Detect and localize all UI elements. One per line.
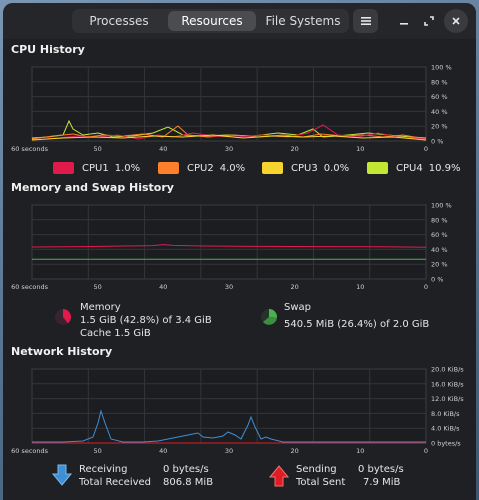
receiving-label: Receiving	[79, 464, 128, 475]
minimize-icon	[400, 23, 408, 25]
view-switcher: Processes Resources File Systems	[72, 9, 349, 33]
memory-x-tick-label: 0	[424, 283, 428, 291]
memory-y-tick-label: 20 %	[431, 261, 448, 269]
maximize-icon	[424, 16, 434, 26]
swap-pie-icon[interactable]	[260, 308, 278, 326]
cpu4-legend[interactable]: CPU4 10.9%	[367, 162, 460, 174]
network-x-tick-label: 40	[159, 447, 167, 455]
cpu-x-tick-label: 20	[291, 145, 299, 153]
cpu-x-tick-label: 60 seconds	[11, 145, 49, 153]
tab-resources[interactable]: Resources	[168, 11, 256, 31]
memory-x-tick-label: 20	[291, 283, 299, 291]
header-bar: Processes Resources File Systems	[3, 3, 476, 39]
receiving-rate: 0 bytes/s	[163, 464, 209, 475]
network-x-tick-label: 10	[356, 447, 364, 455]
total-received-label: Total Received	[79, 477, 152, 488]
network-x-tick-label: 20	[291, 447, 299, 455]
cpu-y-tick-label: 20 %	[431, 123, 448, 131]
cpu3-value: 0.0%	[323, 162, 350, 174]
memory-cache: Cache 1.5 GiB	[80, 328, 151, 339]
main-menu-button[interactable]	[353, 9, 378, 33]
cpu-x-tick-label: 50	[94, 145, 102, 153]
cpu-y-tick-label: 80 %	[431, 78, 448, 86]
network-y-tick-label: 20.0 KiB/s	[431, 366, 464, 374]
memory-y-tick-label: 80 %	[431, 216, 448, 224]
cpu3-label: CPU3	[291, 162, 318, 174]
swap-label: Swap	[284, 302, 312, 313]
cpu3-color-swatch[interactable]	[262, 162, 283, 174]
cpu-x-tick-label: 10	[356, 145, 364, 153]
cpu1-value: 1.0%	[114, 162, 141, 174]
network-y-tick-label: 0 bytes/s	[431, 440, 461, 448]
network-y-tick-label: 4.0 KiB/s	[431, 425, 460, 433]
memory-x-tick-label: 50	[94, 283, 102, 291]
memory-y-tick-label: 100 %	[431, 202, 452, 210]
hamburger-icon	[360, 17, 371, 25]
network-y-tick-label: 12.0 KiB/s	[431, 395, 464, 403]
total-sent-label: Total Sent	[296, 477, 346, 488]
tab-processes[interactable]: Processes	[76, 11, 162, 31]
memory-x-tick-label: 10	[356, 283, 364, 291]
network-x-tick-label: 0	[424, 447, 428, 455]
cpu1-color-swatch[interactable]	[53, 162, 74, 174]
cpu2-legend[interactable]: CPU2 4.0%	[158, 162, 245, 174]
network-x-tick-label: 60 seconds	[11, 447, 49, 455]
download-arrow-icon[interactable]	[52, 464, 72, 486]
memory-usage: 1.5 GiB (42.8%) of 3.4 GiB	[80, 315, 212, 326]
memory-x-tick-label: 40	[159, 283, 167, 291]
cpu-y-tick-label: 0 %	[431, 138, 443, 146]
memory-pie-icon[interactable]	[54, 308, 72, 326]
memory-label: Memory	[80, 302, 121, 313]
swap-usage: 540.5 MiB (26.4%) of 2.0 GiB	[284, 319, 430, 330]
total-received-value: 806.8 MiB	[163, 477, 214, 488]
cpu2-color-swatch[interactable]	[158, 162, 179, 174]
cpu4-label: CPU4	[396, 162, 423, 174]
memory-y-tick-label: 40 %	[431, 246, 448, 254]
network-y-tick-label: 16.0 KiB/s	[431, 380, 464, 388]
memory-plot-area	[31, 204, 427, 280]
cpu-x-tick-label: 0	[424, 145, 428, 153]
cpu-history-title: CPU History	[11, 43, 85, 56]
memory-y-tick-label: 60 %	[431, 231, 448, 239]
cpu-history-chart: 100 % 80 % 60 % 40 % 20 % 0 % 60 seconds 50 40 30…	[3, 63, 476, 157]
cpu-y-tick-label: 60 %	[431, 93, 448, 101]
maximize-button[interactable]	[417, 9, 441, 33]
sending-rate: 0 bytes/s	[358, 464, 404, 475]
network-y-tick-label: 8.0 KiB/s	[431, 410, 460, 418]
close-button[interactable]	[444, 9, 468, 33]
network-history-title: Network History	[11, 345, 113, 358]
cpu1-legend[interactable]: CPU1 1.0%	[53, 162, 140, 174]
upload-arrow-icon[interactable]	[269, 465, 289, 487]
tab-file-systems[interactable]: File Systems	[260, 11, 346, 31]
cpu2-value: 4.0%	[219, 162, 246, 174]
network-x-tick-label: 50	[94, 447, 102, 455]
network-x-tick-label: 30	[225, 447, 233, 455]
cpu1-label: CPU1	[82, 162, 109, 174]
memory-x-tick-label: 60 seconds	[11, 283, 49, 291]
total-sent-value: 7.9 MiB	[363, 477, 401, 488]
cpu-x-tick-label: 30	[225, 145, 233, 153]
cpu4-value: 10.9%	[428, 162, 461, 174]
close-icon	[452, 17, 460, 25]
memory-y-tick-label: 0 %	[431, 276, 443, 284]
cpu-y-tick-label: 100 %	[431, 64, 452, 72]
cpu-x-tick-label: 40	[159, 145, 167, 153]
cpu3-legend[interactable]: CPU3 0.0%	[262, 162, 349, 174]
system-monitor-window: Processes Resources File Systems CPU His	[3, 3, 476, 500]
cpu4-color-swatch[interactable]	[367, 162, 388, 174]
minimize-button[interactable]	[392, 9, 416, 33]
memory-history-title: Memory and Swap History	[11, 181, 174, 194]
sending-label: Sending	[296, 464, 337, 475]
memory-x-tick-label: 30	[225, 283, 233, 291]
cpu-plot-area	[31, 66, 427, 142]
cpu2-label: CPU2	[187, 162, 214, 174]
network-history-chart: 20.0 KiB/s 16.0 KiB/s 12.0 KiB/s 8.0 KiB/s 4…	[3, 365, 476, 459]
memory-history-chart: 100 % 80 % 60 % 40 % 20 % 0 % 60 seconds 50 40 30…	[3, 201, 476, 295]
cpu-y-tick-label: 40 %	[431, 108, 448, 116]
